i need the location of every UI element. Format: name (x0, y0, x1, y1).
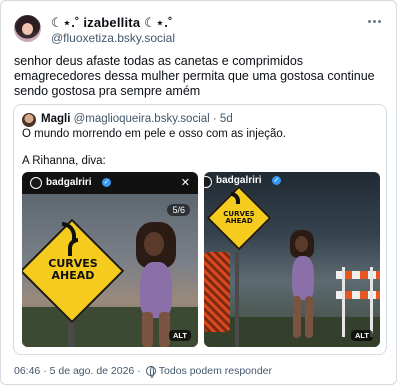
sign-curve (68, 238, 78, 256)
barrier-leg (342, 267, 345, 337)
avatar-face (22, 23, 33, 35)
figure-body (292, 256, 314, 300)
verified-badge-icon: ✓ (102, 178, 111, 187)
post-footer: 06:46 · 5 de ago. de 2026 · Todos podem … (14, 365, 272, 378)
instagram-account-name: badgalriri (46, 177, 92, 188)
author-avatar[interactable] (14, 15, 41, 42)
figure-leg (305, 296, 313, 338)
figure-leg (142, 312, 153, 347)
person-figure (284, 230, 324, 342)
quote-image-2[interactable]: CURVES AHEAD badgalriri ✓ ALT (204, 172, 380, 347)
road-barrier (336, 267, 380, 337)
figure-leg (293, 296, 301, 338)
more-dot (372, 19, 376, 23)
reply-audience[interactable]: Todos podem responder (159, 365, 272, 377)
sign-text: CURVES AHEAD (48, 257, 98, 282)
sign-text: CURVES AHEAD (223, 210, 255, 226)
author-handle[interactable]: @fluoxetiza.bsky.social (51, 31, 175, 45)
post-timestamp[interactable]: 06:46 · 5 de ago. de 2026 (14, 365, 134, 377)
globe-icon (145, 366, 156, 378)
close-icon: ✕ (180, 177, 190, 189)
person-figure (122, 222, 192, 347)
quote-header: Magli @maglioqueira.bsky.social · 5d (41, 113, 233, 125)
quoted-post[interactable]: Magli @maglioqueira.bsky.social · 5d O m… (13, 104, 387, 355)
figure-leg (159, 312, 170, 347)
figure-head (144, 232, 164, 256)
alt-text-badge[interactable]: ALT (350, 330, 373, 341)
figure-body (140, 262, 172, 318)
instagram-header: badgalriri ✓ ✕ (22, 172, 198, 194)
quote-author-avatar[interactable] (22, 113, 36, 127)
more-dot (367, 19, 371, 23)
more-horizontal-icon[interactable] (364, 14, 384, 28)
quote-image-1[interactable]: CURVES AHEAD badgalriri ✓ ✕ 5/6 ALT (22, 172, 198, 347)
figure-head (295, 236, 308, 252)
quote-time: · 5d (212, 113, 233, 125)
footer-separator: · (137, 365, 141, 377)
quote-text-line1: O mundo morrendo em pele e osso com as i… (22, 128, 286, 140)
verified-badge-icon: ✓ (272, 176, 281, 185)
quote-text-line2: A Rihanna, diva: (22, 155, 106, 167)
instagram-account-name: badgalriri (216, 175, 262, 186)
more-dot (377, 19, 381, 23)
post-card[interactable]: ☾⋆.˚ izabellita ☾⋆.˚ @fluoxetiza.bsky.so… (0, 0, 397, 385)
alt-text-badge[interactable]: ALT (168, 330, 191, 341)
barrier-leg (370, 267, 373, 337)
quote-author-name[interactable]: Magli (41, 113, 70, 125)
post-text: senhor deus afaste todas as canetas e co… (14, 54, 375, 98)
quote-author-handle[interactable]: @maglioqueira.bsky.social (74, 113, 210, 125)
sign-pole (235, 252, 239, 347)
image-counter: 5/6 (167, 204, 190, 216)
author-display-name[interactable]: ☾⋆.˚ izabellita ☾⋆.˚ (51, 15, 173, 31)
instagram-avatar (30, 177, 42, 189)
orange-netting (204, 252, 230, 332)
